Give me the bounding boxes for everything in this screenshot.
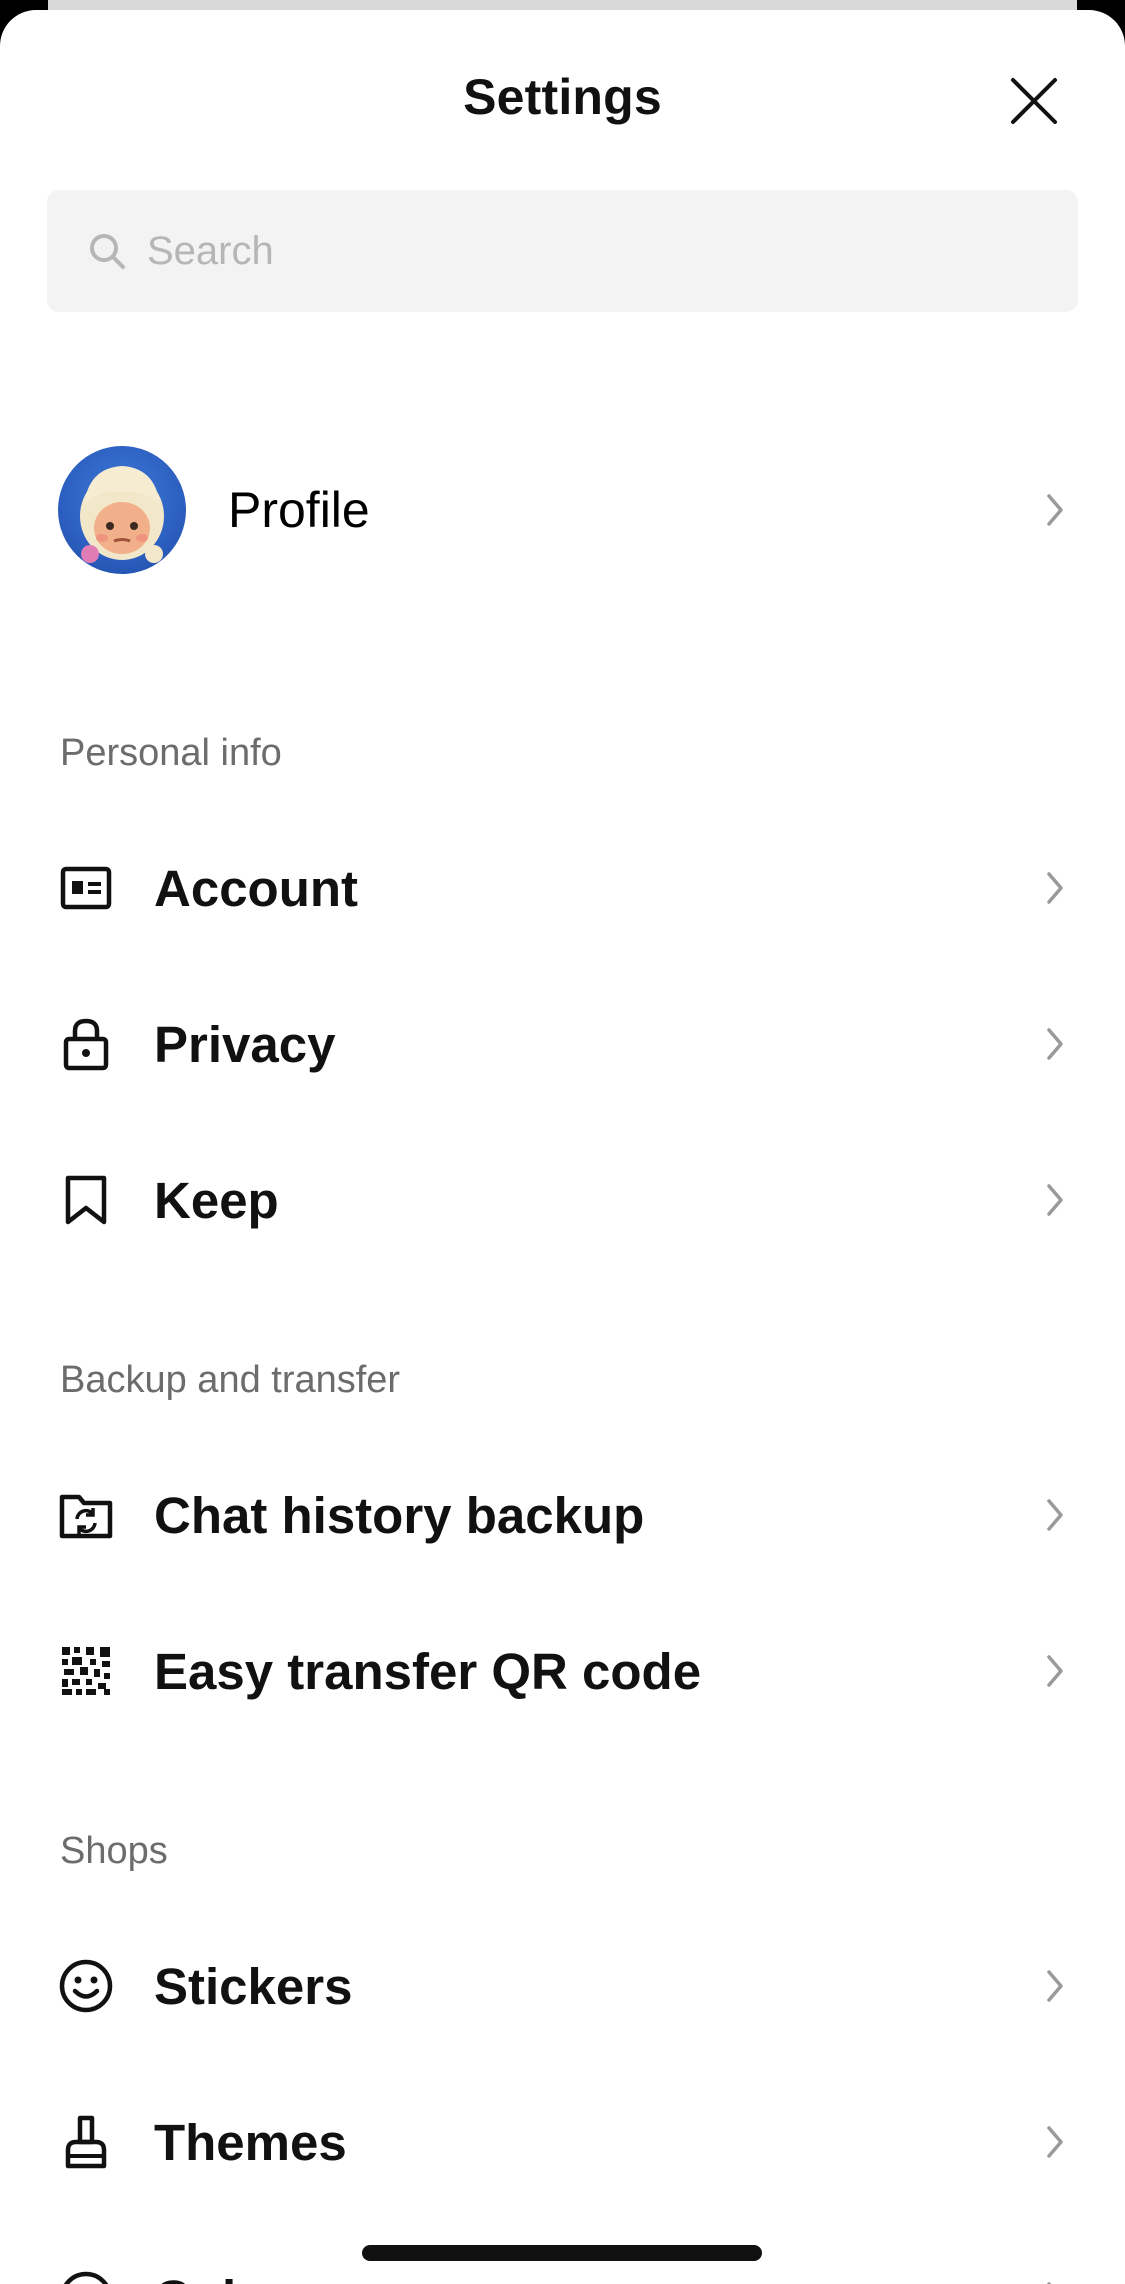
id-card-icon xyxy=(58,860,114,916)
chevron-right-icon xyxy=(1047,872,1063,904)
close-button[interactable] xyxy=(1001,68,1067,134)
brush-icon xyxy=(58,2114,114,2170)
avatar xyxy=(58,446,186,574)
header: Settings xyxy=(0,10,1125,180)
settings-item-label: Account xyxy=(154,859,358,917)
settings-item-label: Privacy xyxy=(154,1015,336,1073)
section-header-personal-info: Personal info xyxy=(60,732,282,774)
smiley-icon xyxy=(58,1958,114,2014)
settings-item-label: Keep xyxy=(154,1171,279,1229)
chevron-right-icon xyxy=(1047,1499,1063,1531)
bookmark-icon xyxy=(58,1172,114,1228)
search-input[interactable] xyxy=(145,227,949,275)
close-icon xyxy=(1011,78,1057,124)
settings-item-privacy[interactable]: Privacy xyxy=(0,966,1125,1122)
settings-item-easy-transfer-qr[interactable]: Easy transfer QR code xyxy=(0,1593,1125,1749)
home-indicator[interactable] xyxy=(362,2245,762,2261)
search-icon xyxy=(90,234,125,269)
lock-icon xyxy=(58,1016,114,1072)
search-bar[interactable] xyxy=(47,190,1078,312)
qr-code-icon xyxy=(58,1643,114,1699)
chevron-right-icon xyxy=(1047,2282,1052,2284)
chevron-right-icon xyxy=(1047,1028,1063,1060)
section-header-shops: Shops xyxy=(60,1830,168,1872)
settings-item-label: Easy transfer QR code xyxy=(154,1642,702,1700)
chevron-right-icon xyxy=(1047,1655,1063,1687)
settings-item-chat-history-backup[interactable]: Chat history backup xyxy=(0,1437,1125,1593)
settings-item-stickers[interactable]: Stickers xyxy=(0,1908,1125,2064)
settings-item-label: Coins xyxy=(154,2269,296,2284)
chevron-right-icon xyxy=(1047,2126,1063,2158)
folder-sync-icon xyxy=(58,1487,114,1543)
chevron-right-icon xyxy=(1047,1970,1063,2002)
page-title: Settings xyxy=(463,69,662,125)
coin-icon xyxy=(58,2270,114,2284)
settings-item-account[interactable]: Account xyxy=(0,810,1125,966)
chevron-right-icon xyxy=(1047,1184,1063,1216)
profile-row[interactable]: Profile xyxy=(0,435,1125,585)
settings-item-label: Themes xyxy=(154,2113,347,2171)
settings-item-label: Stickers xyxy=(154,1957,353,2015)
settings-item-keep[interactable]: Keep xyxy=(0,1122,1125,1278)
settings-item-label: Chat history backup xyxy=(154,1486,645,1544)
settings-sheet: Settings Search Profile Personal info Ac… xyxy=(0,10,1125,2284)
profile-label: Profile xyxy=(228,482,370,538)
settings-item-themes[interactable]: Themes xyxy=(0,2064,1125,2220)
section-header-backup-transfer: Backup and transfer xyxy=(60,1359,401,1401)
chevron-right-icon xyxy=(1047,494,1063,526)
